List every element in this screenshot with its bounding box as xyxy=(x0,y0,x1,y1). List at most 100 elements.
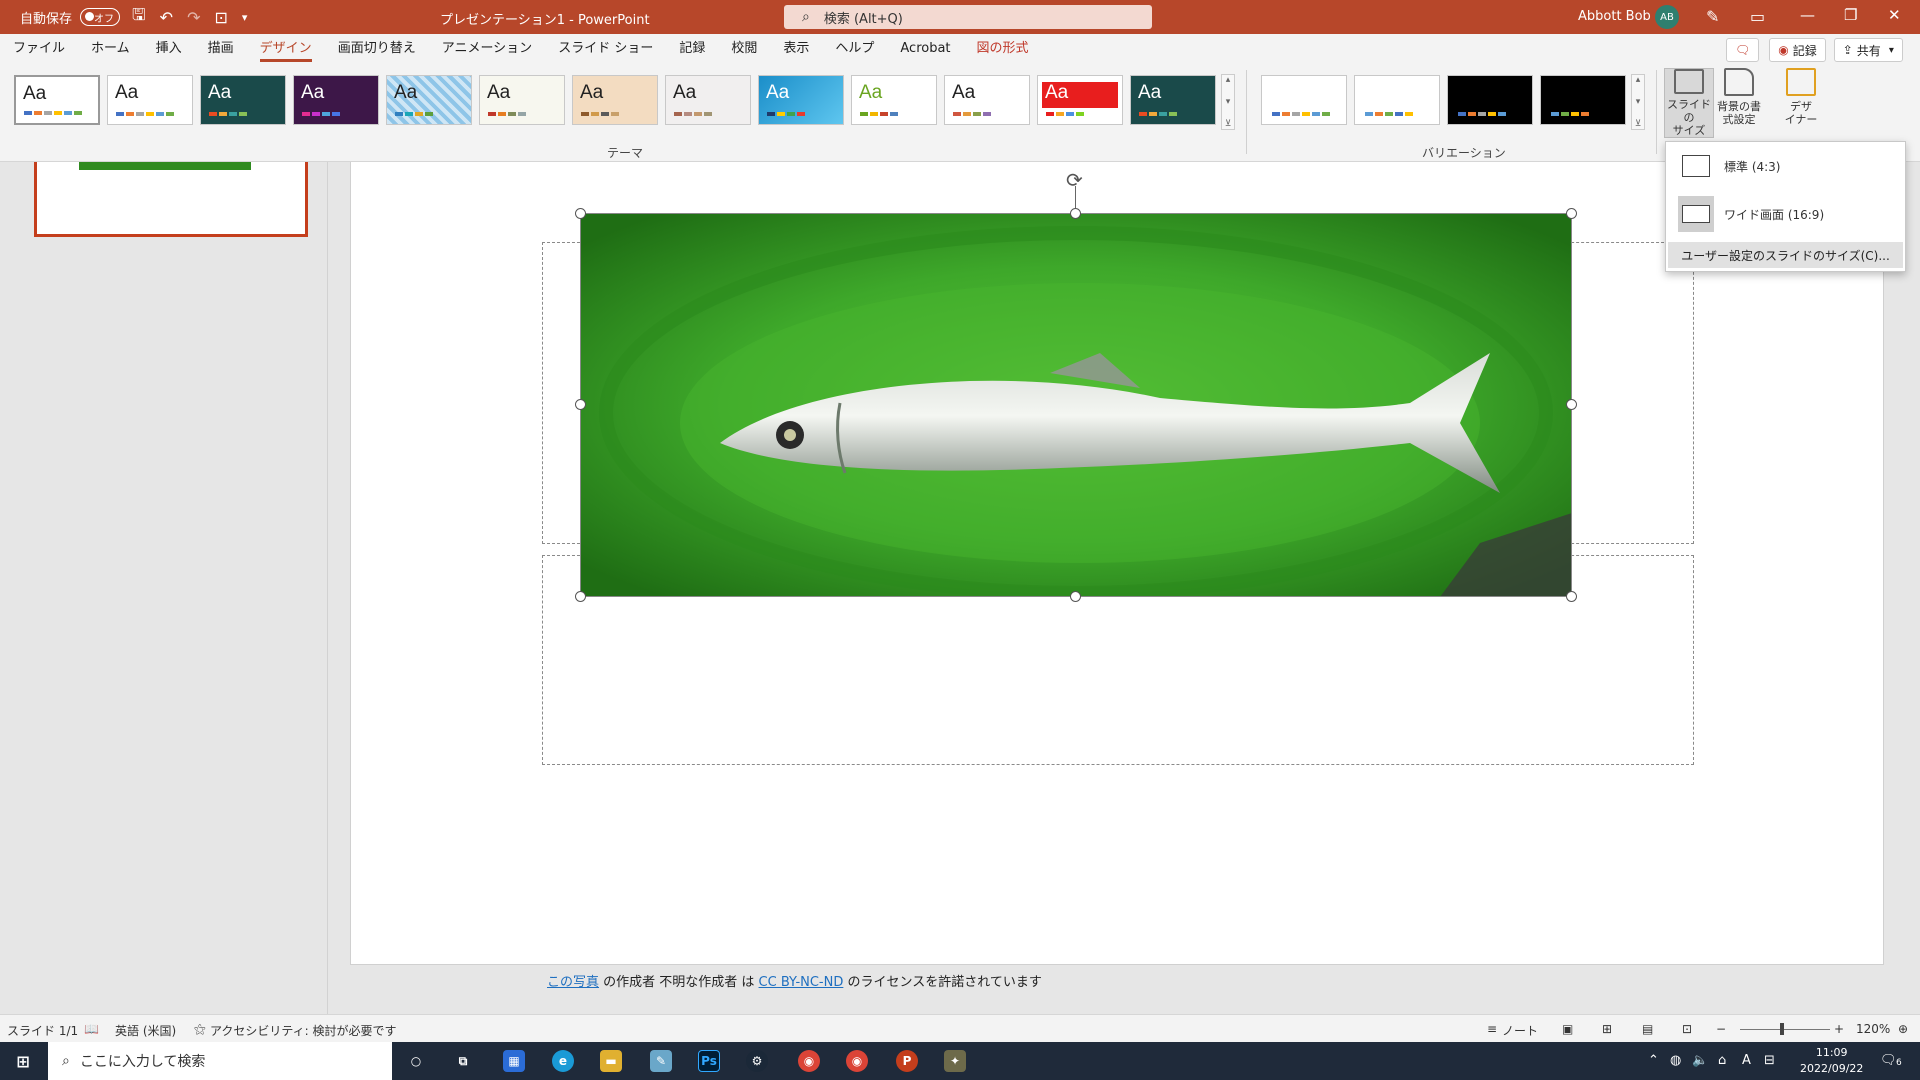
store-icon[interactable]: ▦ xyxy=(503,1050,525,1072)
autosave-toggle[interactable]: オフ xyxy=(80,8,121,26)
notes-button[interactable]: ノート xyxy=(1502,1022,1538,1039)
theme-thumb-5[interactable]: Aa xyxy=(386,75,472,125)
tab-review[interactable]: 校閲 xyxy=(731,34,757,64)
slide-thumbnail-1[interactable] xyxy=(34,162,308,237)
designer-button[interactable]: デザ イナー xyxy=(1776,68,1826,138)
chevron-down-icon[interactable]: ▾ xyxy=(1226,97,1231,107)
accessibility-status[interactable]: アクセシビリティ: 検討が必要です xyxy=(210,1022,397,1039)
undo-icon[interactable]: ↶ xyxy=(160,8,173,27)
normal-view-icon[interactable]: ▣ xyxy=(1562,1022,1573,1036)
resize-handle-top-left[interactable] xyxy=(575,208,586,219)
task-view-icon[interactable]: ⧉ xyxy=(452,1050,474,1072)
theme-thumb-12[interactable]: Aa xyxy=(1037,75,1123,125)
chevron-up-icon[interactable]: ▴ xyxy=(1636,75,1641,85)
tray-app-icon[interactable]: ◍ xyxy=(1670,1053,1681,1068)
chrome-icon[interactable]: ◉ xyxy=(798,1050,820,1072)
tab-insert[interactable]: 挿入 xyxy=(156,34,182,64)
variation-thumb-4[interactable] xyxy=(1540,75,1626,125)
tray-chevron-icon[interactable]: ⌃ xyxy=(1648,1053,1659,1068)
tab-help[interactable]: ヘルプ xyxy=(835,34,874,64)
tab-file[interactable]: ファイル xyxy=(13,34,65,64)
avatar[interactable]: AB xyxy=(1655,5,1679,29)
clock[interactable]: 11:09 2022/09/22 xyxy=(1800,1045,1863,1077)
pen-icon[interactable]: ✎ xyxy=(1706,7,1719,26)
powerpoint-icon[interactable]: P xyxy=(896,1050,918,1072)
resize-handle-bottom-right[interactable] xyxy=(1566,591,1577,602)
notifications-icon[interactable]: 🗨 xyxy=(1880,1053,1897,1068)
resize-handle-top-right[interactable] xyxy=(1566,208,1577,219)
theme-thumb-2[interactable]: Aa xyxy=(107,75,193,125)
ime-icon[interactable]: ⊟ xyxy=(1764,1053,1775,1068)
theme-thumb-office[interactable]: Aa xyxy=(14,75,100,125)
close-icon[interactable]: ✕ xyxy=(1888,6,1901,24)
variations-scroller[interactable]: ▴ ▾ ⊻ xyxy=(1631,74,1645,130)
zoom-slider-thumb[interactable] xyxy=(1780,1023,1784,1035)
theme-thumb-3[interactable]: Aa xyxy=(200,75,286,125)
theme-thumb-10[interactable]: Aa xyxy=(851,75,937,125)
rotate-handle-icon[interactable]: ⟳ xyxy=(1066,168,1083,192)
resize-handle-top[interactable] xyxy=(1070,208,1081,219)
notepad-icon[interactable]: ✎ xyxy=(650,1050,672,1072)
app-icon[interactable]: ✦ xyxy=(944,1050,966,1072)
resize-handle-right[interactable] xyxy=(1566,399,1577,410)
theme-thumb-4[interactable]: Aa xyxy=(293,75,379,125)
cortana-icon[interactable]: ○ xyxy=(405,1050,427,1072)
theme-thumb-8[interactable]: Aa xyxy=(665,75,751,125)
tab-slideshow[interactable]: スライド ショー xyxy=(558,34,653,64)
taskbar-search-input[interactable]: ⌕ ここに入力して検索 xyxy=(48,1042,392,1080)
customize-qat-icon[interactable]: ▾ xyxy=(242,11,248,24)
resize-handle-bottom-left[interactable] xyxy=(575,591,586,602)
steam-icon[interactable]: ⚙ xyxy=(746,1050,768,1072)
zoom-in-icon[interactable]: + xyxy=(1834,1022,1844,1036)
tab-home[interactable]: ホーム xyxy=(91,34,130,64)
resize-handle-left[interactable] xyxy=(575,399,586,410)
save-icon[interactable]: 🖫 xyxy=(132,4,146,31)
reading-view-icon[interactable]: ▤ xyxy=(1642,1022,1653,1036)
file-explorer-icon[interactable]: ▬ xyxy=(600,1050,622,1072)
tab-animations[interactable]: アニメーション xyxy=(442,34,532,64)
photoshop-icon[interactable]: Ps xyxy=(698,1050,720,1072)
user-name[interactable]: Abbott Bob xyxy=(1578,9,1651,24)
fish-photo[interactable] xyxy=(580,213,1572,597)
slideshow-view-icon[interactable]: ⊡ xyxy=(1682,1022,1692,1036)
tab-design[interactable]: デザイン xyxy=(259,34,312,64)
variation-thumb-1[interactable] xyxy=(1261,75,1347,125)
tab-record[interactable]: 記録 xyxy=(679,34,705,64)
start-slideshow-icon[interactable]: ⊡ xyxy=(214,8,227,27)
variation-thumb-3[interactable] xyxy=(1447,75,1533,125)
license-link[interactable]: CC BY-NC-ND xyxy=(759,975,844,990)
format-background-button[interactable]: 背景の書 式設定 xyxy=(1714,68,1764,138)
fit-slide-icon[interactable]: ⊕ xyxy=(1898,1022,1908,1036)
custom-slide-size-item[interactable]: ユーザー設定のスライドのサイズ(C)... xyxy=(1668,242,1903,268)
edge-icon[interactable]: e xyxy=(552,1050,574,1072)
tab-view[interactable]: 表示 xyxy=(783,34,809,64)
share-button[interactable]: ⇪ 共有 ▾ xyxy=(1833,38,1903,62)
theme-thumb-9[interactable]: Aa xyxy=(758,75,844,125)
slide-sorter-icon[interactable]: ⊞ xyxy=(1602,1022,1612,1036)
slide-size-standard[interactable]: 標準 (4:3) xyxy=(1666,144,1905,188)
zoom-level[interactable]: 120% xyxy=(1856,1022,1890,1036)
redo-icon[interactable]: ↷ xyxy=(187,8,200,27)
windows-start-icon[interactable]: ⊞ xyxy=(12,1050,34,1072)
more-icon[interactable]: ⊻ xyxy=(1225,119,1232,129)
resize-handle-bottom[interactable] xyxy=(1070,591,1081,602)
tab-acrobat[interactable]: Acrobat xyxy=(900,34,950,64)
photo-link[interactable]: この写真 xyxy=(547,975,599,990)
chrome-profile-icon[interactable]: ◉ xyxy=(846,1050,868,1072)
zoom-out-icon[interactable]: − xyxy=(1716,1022,1726,1036)
tab-draw[interactable]: 描画 xyxy=(208,34,234,64)
theme-thumb-6[interactable]: Aa xyxy=(479,75,565,125)
language-status[interactable]: 英語 (米国) xyxy=(115,1022,176,1039)
spellcheck-icon[interactable]: 📖 xyxy=(84,1022,99,1036)
theme-thumb-11[interactable]: Aa xyxy=(944,75,1030,125)
tab-transitions[interactable]: 画面切り替え xyxy=(338,34,416,64)
ribbon-display-icon[interactable]: ▭ xyxy=(1750,7,1765,26)
theme-thumb-13[interactable]: Aa xyxy=(1130,75,1216,125)
comments-button[interactable]: 🗨 xyxy=(1726,38,1760,62)
network-icon[interactable]: ⌂ xyxy=(1718,1053,1726,1068)
ime-mode[interactable]: A xyxy=(1742,1053,1751,1068)
search-input[interactable]: ⌕ 検索 (Alt+Q) xyxy=(784,5,1152,29)
more-icon[interactable]: ⊻ xyxy=(1635,119,1642,129)
record-button[interactable]: ◉ 記録 xyxy=(1769,38,1826,62)
slide-size-widescreen[interactable]: ワイド画面 (16:9) xyxy=(1666,192,1905,236)
